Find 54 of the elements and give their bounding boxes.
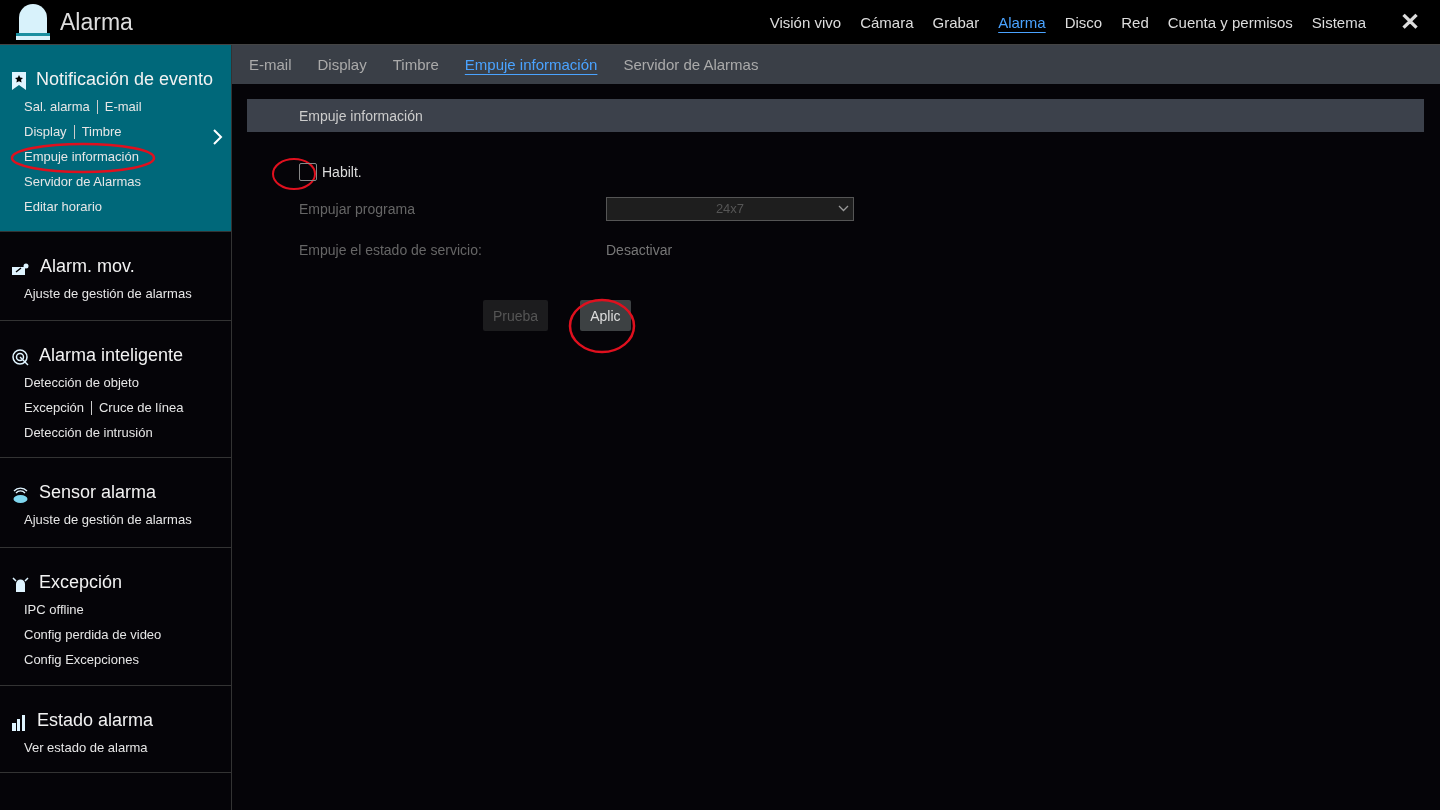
sidebar-link[interactable]: Config Excepciones	[24, 652, 139, 667]
nav-tab[interactable]: Visión vivo	[769, 13, 842, 31]
nav-tab[interactable]: Grabar	[932, 13, 980, 31]
annotation-circle	[568, 298, 636, 354]
checkbox-label: Habilt.	[322, 164, 362, 180]
sub-tab[interactable]: Timbre	[392, 56, 439, 73]
sensor-icon	[12, 486, 29, 503]
sidebar-link[interactable]: Cruce de línea	[99, 400, 184, 415]
nav-tab[interactable]: Sistema	[1311, 13, 1366, 31]
sidebar-link[interactable]: Ajuste de gestión de alarmas	[24, 512, 192, 527]
action-button[interactable]: Aplic	[580, 300, 631, 331]
sidebar-link[interactable]: Detección de intrusión	[24, 425, 153, 440]
bar-chart-icon	[12, 715, 27, 731]
sub-tab[interactable]: Display	[317, 56, 367, 73]
field-label: Empuje el estado de servicio:	[299, 241, 483, 258]
group-title[interactable]: Sensor alarma	[39, 482, 157, 503]
alarm-light-icon	[16, 4, 50, 40]
sidebar-link[interactable]: IPC offline	[24, 602, 84, 617]
nav-tab[interactable]: Red	[1121, 13, 1149, 31]
bookmark-star-icon	[12, 72, 26, 90]
sidebar-link[interactable]: Editar horario	[24, 199, 103, 214]
sidebar-link[interactable]: Sal. alarma	[24, 99, 90, 114]
siren-icon	[12, 576, 29, 593]
app-title: Alarma	[60, 8, 134, 36]
sidebar-link[interactable]: Config perdida de video	[24, 627, 162, 642]
sidebar-link[interactable]: Ver estado de alarma	[24, 740, 148, 755]
sidebar-link[interactable]: Timbre	[81, 124, 122, 139]
nav-tab[interactable]: Disco	[1064, 13, 1103, 31]
group-title[interactable]: Alarma inteligente	[39, 345, 184, 366]
group-title[interactable]: Estado alarma	[37, 710, 154, 731]
annotation-circle	[272, 158, 316, 190]
sub-tab[interactable]: E-mail	[249, 56, 292, 73]
field-label: Empujar programa	[299, 200, 416, 217]
target-icon	[12, 349, 29, 366]
group-title[interactable]: Alarm. mov.	[40, 256, 135, 277]
section-title: Empuje información	[299, 107, 423, 124]
group-title[interactable]: Excepción	[39, 572, 123, 593]
nav-tab[interactable]: Cuenta y permisos	[1167, 13, 1293, 31]
sidebar-link[interactable]: Servidor de Alarmas	[24, 174, 142, 189]
group-title[interactable]: Notificación de evento	[36, 69, 214, 90]
caret-icon	[838, 205, 849, 212]
close-button[interactable]: ✕	[1396, 8, 1424, 36]
nav-tab[interactable]: Cámara	[860, 13, 914, 31]
motion-icon	[12, 263, 30, 277]
sidebar-link[interactable]: Ajuste de gestión de alarmas	[24, 286, 192, 301]
sub-tab[interactable]: Empuje información	[464, 56, 598, 73]
sidebar-link[interactable]: E-mail	[104, 99, 142, 114]
enable-checkbox[interactable]	[299, 163, 317, 181]
sidebar-link[interactable]: Display	[24, 124, 67, 139]
nav-tab[interactable]: Alarma	[998, 13, 1046, 31]
sub-tab[interactable]: Servidor de Alarmas	[623, 56, 759, 73]
status-value: Desactivar	[606, 241, 673, 258]
sidebar-link[interactable]: Detección de objeto	[24, 375, 139, 390]
sidebar-link[interactable]: Excepción	[24, 400, 84, 415]
